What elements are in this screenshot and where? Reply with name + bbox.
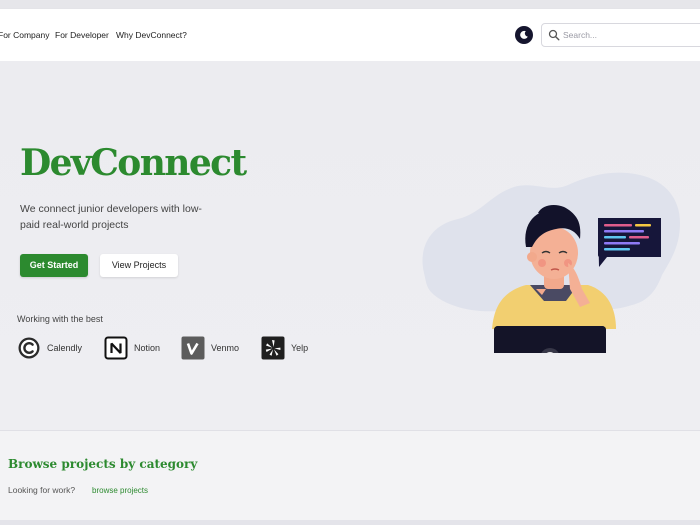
hero-description: We connect junior developers with low-pa…	[20, 203, 202, 231]
top-strip	[0, 0, 700, 9]
browse-category-section: Browse projects by category Looking for …	[0, 430, 700, 525]
partner-calendly: Calendly	[17, 336, 82, 360]
developer-illustration	[422, 172, 680, 353]
browse-projects-link[interactable]: browse projects	[92, 486, 148, 495]
notion-logo-icon	[104, 336, 128, 360]
partner-yelp: Yelp	[261, 336, 308, 360]
get-started-button[interactable]: Get Started	[20, 254, 88, 277]
nav-link-for-developer[interactable]: For Developer	[55, 30, 109, 40]
search-icon	[548, 29, 560, 41]
partner-name: Notion	[134, 343, 161, 353]
venmo-logo-icon	[181, 336, 205, 360]
partner-name: Calendly	[47, 343, 83, 353]
category-prompt: Looking for work?	[8, 485, 76, 495]
view-projects-button[interactable]: View Projects	[100, 254, 178, 277]
search-input[interactable]	[563, 27, 700, 43]
hero-title: DevConnect	[20, 142, 247, 184]
partner-name: Yelp	[291, 343, 309, 353]
calendly-logo-icon	[18, 337, 40, 359]
search-box[interactable]	[541, 23, 700, 47]
hero-section: DevConnect We connect junior developers …	[0, 61, 700, 430]
yelp-logo-icon	[261, 336, 285, 360]
partner-notion: Notion	[104, 336, 160, 360]
dark-mode-toggle[interactable]	[515, 26, 533, 44]
navbar: For Company For Developer Why DevConnect…	[0, 9, 700, 61]
moon-icon	[520, 30, 528, 39]
partners-label: Working with the best	[17, 314, 103, 324]
partner-name: Venmo	[211, 343, 240, 353]
bottom-bar	[0, 520, 700, 525]
partner-venmo: Venmo	[181, 336, 239, 360]
category-title: Browse projects by category	[8, 457, 198, 471]
nav-link-why-devconnect[interactable]: Why DevConnect?	[116, 30, 187, 40]
nav-link-for-company[interactable]: For Company	[0, 30, 50, 40]
